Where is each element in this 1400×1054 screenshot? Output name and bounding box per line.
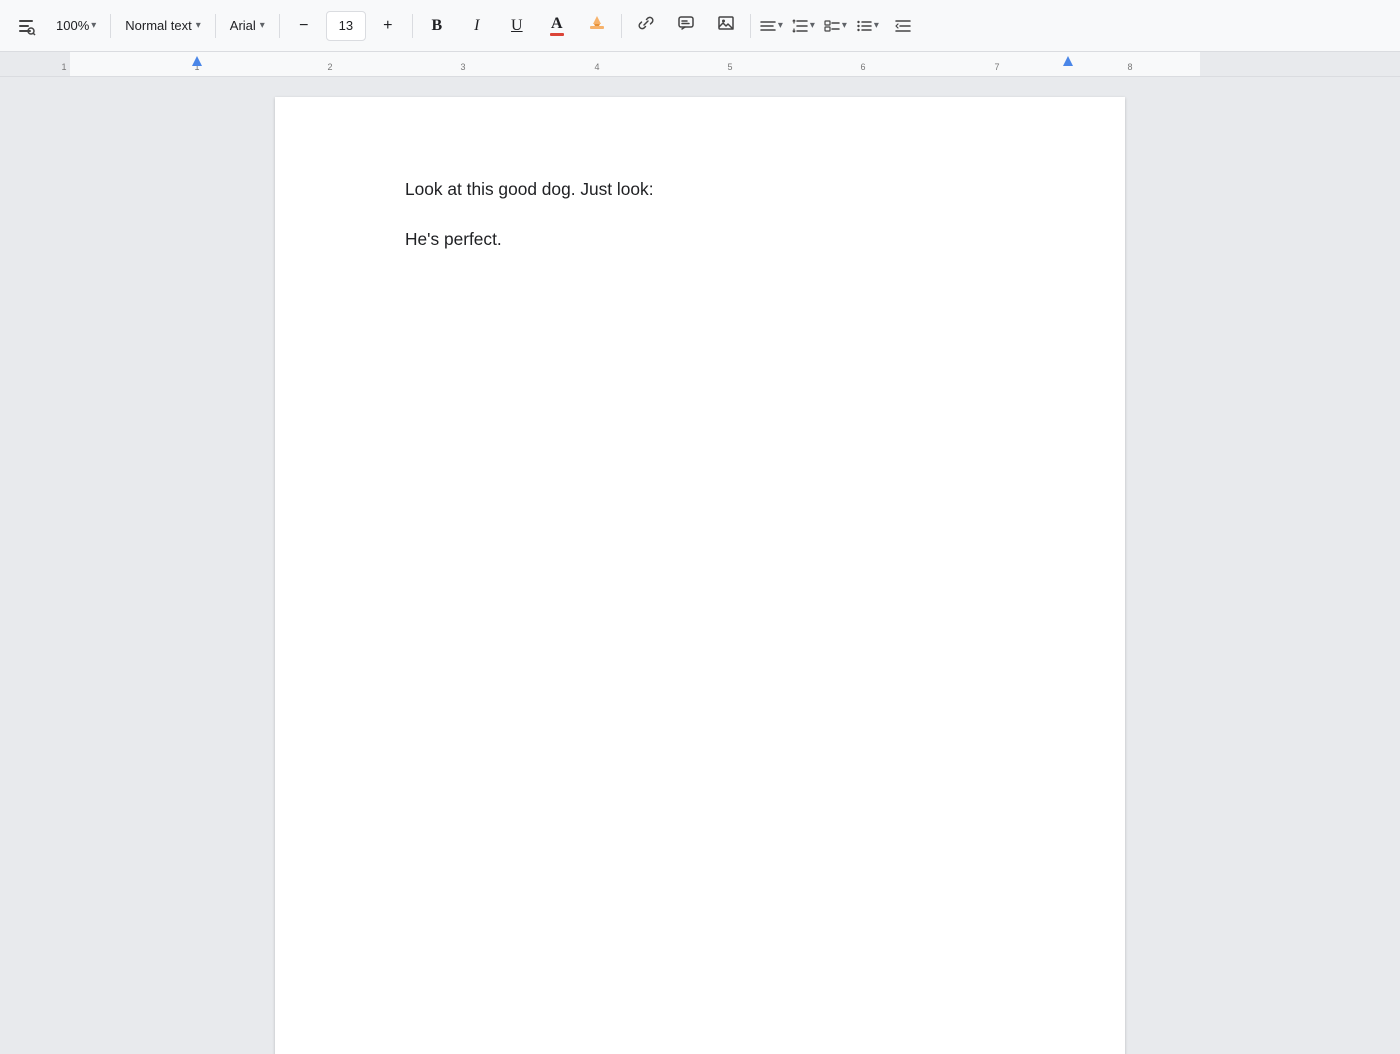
bold-button[interactable]: B [419, 8, 455, 44]
font-dropdown[interactable]: Arial ▾ [222, 8, 273, 44]
underline-icon: U [511, 17, 523, 35]
decrease-font-size-button[interactable]: − [286, 8, 322, 44]
insert-image-button[interactable] [708, 8, 744, 44]
document-page[interactable]: Look at this good dog. Just look: He's p… [275, 97, 1125, 1054]
link-icon [637, 14, 655, 37]
italic-icon: I [474, 17, 479, 35]
font-label: Arial [230, 18, 256, 33]
doc-line-1[interactable]: Look at this good dog. Just look: [405, 177, 995, 203]
list-dropdown[interactable]: ▾ [853, 8, 881, 44]
svg-text:1: 1 [61, 62, 66, 72]
align-chevron-icon: ▾ [778, 20, 783, 31]
line-spacing-dropdown[interactable]: ▾ [789, 8, 817, 44]
text-style-label: Normal text [125, 18, 191, 33]
alignment-dropdown[interactable]: ▾ [757, 8, 785, 44]
decrease-icon: − [299, 17, 308, 35]
document-area[interactable]: Look at this good dog. Just look: He's p… [0, 77, 1400, 1054]
font-size-box[interactable]: 13 [326, 11, 366, 41]
svg-text:4: 4 [594, 62, 599, 72]
increase-font-size-button[interactable]: + [370, 8, 406, 44]
underline-button[interactable]: U [499, 8, 535, 44]
list-chevron-icon: ▾ [874, 20, 879, 31]
svg-text:2: 2 [327, 62, 332, 72]
zoom-value: 100% [56, 18, 89, 33]
doc-line-2[interactable]: He's perfect. [405, 227, 995, 253]
svg-text:8: 8 [1127, 62, 1132, 72]
checklist-dropdown[interactable]: ▾ [821, 8, 849, 44]
increase-icon: + [383, 17, 392, 35]
highlight-button[interactable] [579, 8, 615, 44]
indent-decrease-button[interactable] [885, 8, 921, 44]
separator-5 [621, 14, 622, 38]
separator-3 [279, 14, 280, 38]
italic-button[interactable]: I [459, 8, 495, 44]
svg-text:6: 6 [860, 62, 865, 72]
separator-6 [750, 14, 751, 38]
image-icon [717, 14, 735, 37]
svg-text:5: 5 [727, 62, 732, 72]
font-chevron-icon: ▾ [260, 20, 265, 31]
text-style-dropdown[interactable]: Normal text ▾ [117, 8, 209, 44]
ruler: 1 1 2 3 4 5 6 7 8 [0, 52, 1400, 77]
link-button[interactable] [628, 8, 664, 44]
zoom-chevron-icon: ▾ [91, 20, 96, 31]
zoom-dropdown[interactable]: 100% ▾ [48, 8, 104, 44]
text-color-button[interactable]: A [539, 8, 575, 44]
highlight-icon [588, 14, 606, 37]
bold-icon: B [431, 17, 442, 35]
svg-text:7: 7 [994, 62, 999, 72]
font-size-value: 13 [339, 18, 353, 33]
separator-1 [110, 14, 111, 38]
add-comment-button[interactable] [668, 8, 704, 44]
separator-4 [412, 14, 413, 38]
format-options-button[interactable] [8, 8, 44, 44]
text-color-icon: A [550, 15, 564, 36]
comment-icon [677, 14, 695, 37]
toolbar: 100% ▾ Normal text ▾ Arial ▾ − 13 + B I … [0, 0, 1400, 52]
checklist-chevron-icon: ▾ [842, 20, 847, 31]
separator-2 [215, 14, 216, 38]
svg-text:3: 3 [460, 62, 465, 72]
line-spacing-chevron-icon: ▾ [810, 20, 815, 31]
style-chevron-icon: ▾ [196, 20, 201, 31]
